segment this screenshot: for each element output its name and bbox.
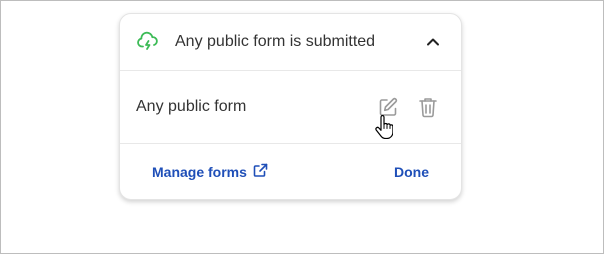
manage-forms-label: Manage forms	[152, 164, 247, 180]
window-frame: Any public form is submitted Any public …	[0, 0, 604, 254]
trash-icon[interactable]	[417, 96, 439, 118]
chevron-up-icon[interactable]	[423, 32, 443, 52]
card-header[interactable]: Any public form is submitted	[120, 14, 461, 71]
hand-cursor-icon	[375, 114, 394, 140]
done-button[interactable]: Done	[394, 164, 429, 180]
manage-forms-link[interactable]: Manage forms	[152, 163, 268, 181]
form-item-label: Any public form	[136, 98, 247, 115]
external-link-icon	[253, 163, 268, 181]
trigger-title: Any public form is submitted	[175, 33, 376, 50]
cloud-lightning-icon	[136, 30, 160, 54]
trigger-card: Any public form is submitted Any public …	[119, 13, 462, 200]
form-item-row: Any public form	[120, 71, 461, 144]
card-footer: Manage forms Done	[120, 144, 461, 199]
